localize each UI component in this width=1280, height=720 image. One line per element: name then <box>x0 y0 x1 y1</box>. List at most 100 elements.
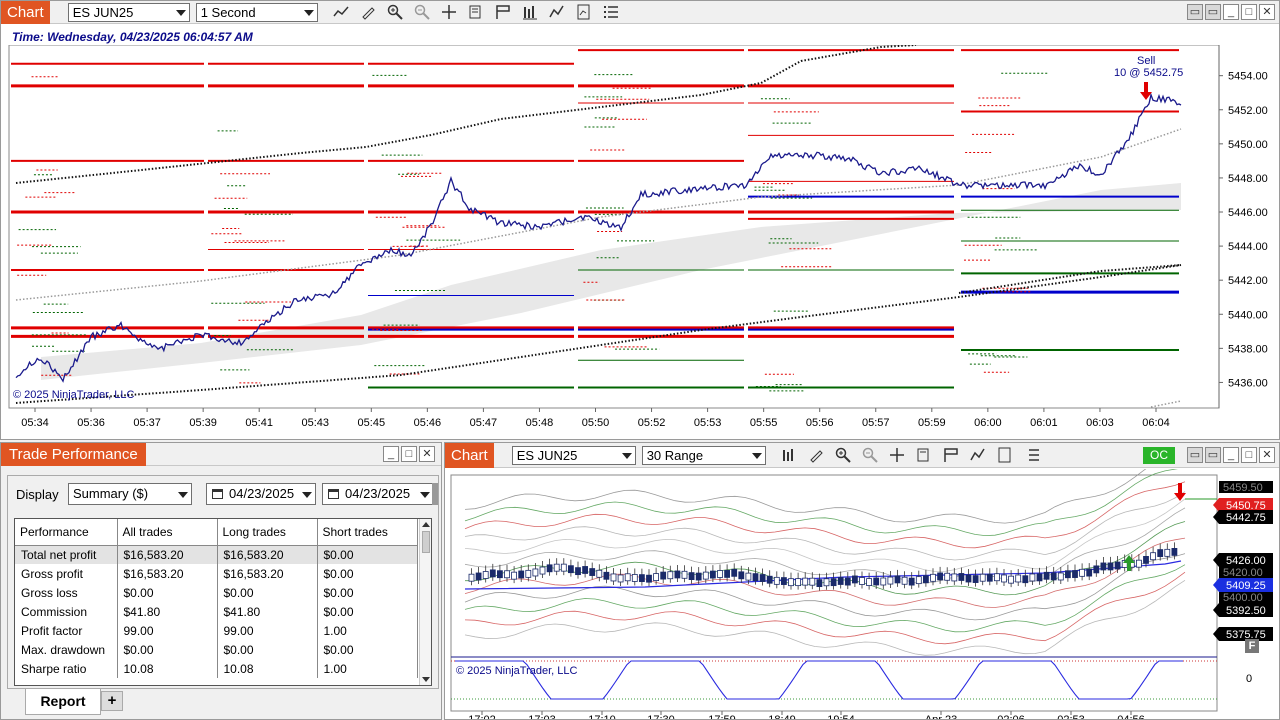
table-cell: Sharpe ratio <box>15 659 118 678</box>
line-tool-icon[interactable] <box>332 3 350 21</box>
indicators-icon[interactable] <box>969 446 987 464</box>
candle <box>944 572 951 581</box>
add-tab-button[interactable]: + <box>101 691 123 711</box>
restore-icon[interactable]: ▭ <box>1187 4 1203 20</box>
chevron-down-icon <box>303 9 314 16</box>
table-cell: $0.00 <box>117 640 218 659</box>
instrument-selector[interactable]: ES JUN25 <box>511 445 636 465</box>
crosshair-icon[interactable] <box>888 446 906 464</box>
time-tick-label: 05:47 <box>470 417 498 429</box>
zoom-in-icon[interactable] <box>386 3 404 21</box>
maximize-icon[interactable]: □ <box>1241 4 1257 20</box>
table-row[interactable]: Max. drawdown $0.00 $0.00 $0.00 <box>15 640 418 659</box>
f-button[interactable]: F <box>1245 639 1259 653</box>
crosshair-icon[interactable] <box>440 3 458 21</box>
table-row[interactable]: Commission $41.80 $41.80 $0.00 <box>15 602 418 621</box>
pencil-icon[interactable] <box>359 3 377 21</box>
scroll-thumb[interactable] <box>421 531 430 553</box>
candle <box>624 573 631 582</box>
candle <box>468 573 475 582</box>
column-header[interactable]: Long trades <box>217 519 318 546</box>
candle <box>1171 548 1178 556</box>
instrument-selector[interactable]: ES JUN25 <box>67 2 190 22</box>
trade-performance-window: Trade Performance _ □ ✕ Display Summary … <box>0 442 442 720</box>
maximize-icon[interactable]: □ <box>1241 447 1257 463</box>
scroll-up-icon[interactable] <box>421 522 430 527</box>
time-tick-label: 05:37 <box>133 417 161 429</box>
minimize-icon[interactable]: _ <box>1223 447 1239 463</box>
pencil-icon[interactable] <box>807 446 825 464</box>
tile-icon[interactable]: ▭ <box>1205 447 1221 463</box>
zoom-out-icon[interactable] <box>413 3 431 21</box>
table-cell: Profit factor <box>15 621 118 640</box>
candle <box>738 571 745 580</box>
top-chart-toolbar: Chart ES JUN25 1 Second ▭ ▭ _ □ ✕ <box>1 1 1279 24</box>
candle <box>688 572 695 581</box>
table-cell: $0.00 <box>317 564 418 583</box>
candle <box>525 569 532 578</box>
list-icon[interactable] <box>1023 446 1041 464</box>
time-tick-label: 05:57 <box>862 417 890 429</box>
candle <box>1008 575 1014 584</box>
window-controls: ▭ ▭ _ □ ✕ <box>1187 447 1275 463</box>
date-from-picker[interactable]: 04/23/2025 <box>206 483 316 505</box>
price-tick-label: 5436.00 <box>1228 377 1268 389</box>
minimize-icon[interactable]: _ <box>383 446 399 462</box>
data-box-icon[interactable] <box>467 3 485 21</box>
interval-selector[interactable]: 1 Second <box>195 2 318 22</box>
candle <box>695 572 702 581</box>
maximize-icon[interactable]: □ <box>401 446 417 462</box>
top-price-chart[interactable]: 5454.00 5452.00 5450.00 5448.00 5446.00 5444.… <box>1 45 1280 440</box>
time-tick-label: 05:52 <box>638 417 666 429</box>
table-cell: Max. drawdown <box>15 640 118 659</box>
close-icon[interactable]: ✕ <box>1259 4 1275 20</box>
copyright: © 2025 NinjaTrader, LLC <box>13 389 135 401</box>
column-header[interactable]: All trades <box>117 519 218 546</box>
table-row[interactable]: Profit factor 99.00 99.00 1.00 <box>15 621 418 640</box>
tab-report[interactable]: Report <box>25 689 101 715</box>
zoom-out-icon[interactable] <box>861 446 879 464</box>
candle <box>1114 561 1121 570</box>
candle <box>518 570 525 579</box>
table-row[interactable]: Total net profit $16,583.20 $16,583.20 $0.0… <box>15 545 418 564</box>
performance-table: Performance All trades Long trades Short… <box>14 518 432 686</box>
tile-icon[interactable]: ▭ <box>1205 4 1221 20</box>
instrument-value: ES JUN25 <box>72 4 134 20</box>
table-row[interactable]: Gross loss $0.00 $0.00 $0.00 <box>15 583 418 602</box>
flag-icon[interactable] <box>942 446 960 464</box>
price-tick-label: 5452.00 <box>1228 105 1268 117</box>
zoom-in-icon[interactable] <box>834 446 852 464</box>
bars-icon[interactable] <box>780 446 798 464</box>
interval-selector[interactable]: 30 Range <box>641 445 766 465</box>
close-icon[interactable]: ✕ <box>1259 447 1275 463</box>
table-row[interactable]: Sharpe ratio 10.08 10.08 1.00 <box>15 659 418 678</box>
list-icon[interactable] <box>602 3 620 21</box>
indicators-icon[interactable] <box>548 3 566 21</box>
date-to-picker[interactable]: 04/23/2025 <box>322 483 434 505</box>
restore-icon[interactable]: ▭ <box>1187 447 1203 463</box>
candle <box>873 577 880 586</box>
panel-scroll-right[interactable] <box>432 483 438 505</box>
column-header[interactable]: Short trades <box>317 519 418 546</box>
candle <box>901 576 908 585</box>
table-scrollbar[interactable] <box>419 519 431 685</box>
strategies-icon[interactable] <box>575 3 593 21</box>
trade-performance-title: Trade Performance <box>1 443 146 466</box>
data-box-icon[interactable] <box>915 446 933 464</box>
flag-icon[interactable] <box>494 3 512 21</box>
strategies-icon[interactable] <box>996 446 1014 464</box>
column-header[interactable]: Performance <box>15 519 118 546</box>
table-row[interactable]: Gross profit $16,583.20 $16,583.20 $0.00 <box>15 564 418 583</box>
time-tick-label: 05:55 <box>750 417 778 429</box>
trade-performance-panel: Display Summary ($) 04/23/2025 04/23/202… <box>7 475 439 689</box>
display-selector[interactable]: Summary ($) <box>68 483 192 505</box>
close-icon[interactable]: ✕ <box>419 446 435 462</box>
minimize-icon[interactable]: _ <box>1223 4 1239 20</box>
time-tick-label: 05:46 <box>414 417 442 429</box>
oc-indicator[interactable]: OC <box>1143 447 1175 464</box>
bars-icon[interactable] <box>521 3 539 21</box>
bottom-price-chart[interactable]: 5459.505420.005400.005450.755442.755426.… <box>445 469 1280 720</box>
table-cell: Total net profit <box>15 545 118 564</box>
candle <box>802 577 809 586</box>
scroll-down-icon[interactable] <box>422 677 430 682</box>
